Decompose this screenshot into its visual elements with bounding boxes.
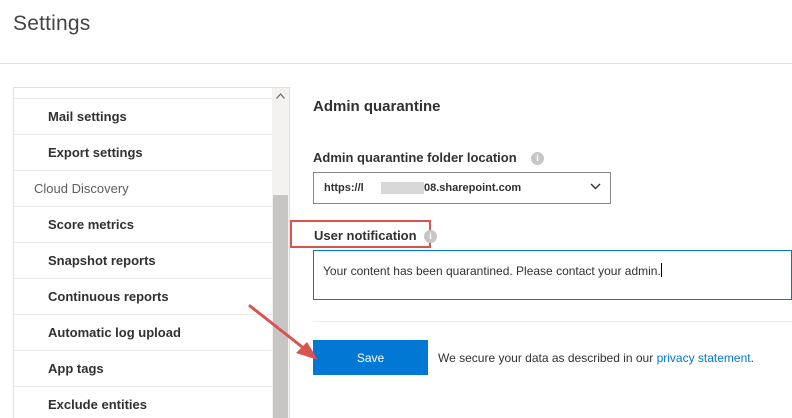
settings-sidebar: Mail settings Export settings Cloud Disc… — [13, 87, 290, 418]
sidebar-item-continuous-reports[interactable]: Continuous reports — [14, 279, 272, 315]
sidebar-item-label: Mail settings — [48, 109, 127, 124]
sidebar-item-snapshot-reports[interactable]: Snapshot reports — [14, 243, 272, 279]
folder-location-value-start: https://l — [324, 182, 364, 194]
sidebar-item-exclude-entities[interactable]: Exclude entities — [14, 387, 272, 418]
sidebar-item-automatic-log-upload[interactable]: Automatic log upload — [14, 315, 272, 351]
folder-location-value-end: 08.sharepoint.com — [424, 182, 522, 194]
redacted-region — [381, 182, 424, 194]
user-notification-label: User notification — [314, 228, 417, 243]
privacy-text: We secure your data as described in our … — [438, 351, 754, 365]
sidebar-item-label: Continuous reports — [48, 289, 169, 304]
sidebar-scrollbar[interactable] — [272, 88, 289, 418]
privacy-suffix: . — [750, 351, 754, 365]
sidebar-item-label: Automatic log upload — [48, 325, 181, 340]
section-title: Admin quarantine — [313, 98, 441, 115]
user-notification-input[interactable]: Your content has been quarantined. Pleas… — [313, 250, 792, 300]
sidebar-group-cloud-discovery[interactable]: Cloud Discovery — [14, 171, 272, 207]
sidebar-item-label: Export settings — [48, 145, 143, 160]
sidebar-item-label: Exclude entities — [48, 397, 147, 412]
sidebar-group-label: Cloud Discovery — [34, 181, 129, 196]
sidebar-item-partial — [14, 88, 272, 99]
sidebar-item-app-tags[interactable]: App tags — [14, 351, 272, 387]
form-divider — [313, 321, 792, 322]
sidebar-item-mail-settings[interactable]: Mail settings — [14, 99, 272, 135]
scroll-up-arrow-icon[interactable] — [272, 88, 289, 105]
privacy-statement-link[interactable]: privacy statement — [657, 351, 751, 365]
sidebar-list: Mail settings Export settings Cloud Disc… — [14, 88, 272, 418]
user-notification-text: Your content has been quarantined. Pleas… — [323, 264, 661, 278]
folder-location-label: Admin quarantine folder location — [313, 150, 517, 165]
save-button[interactable]: Save — [313, 340, 428, 375]
folder-location-dropdown[interactable]: https://l 08.sharepoint.com — [313, 172, 611, 204]
sidebar-item-label: Score metrics — [48, 217, 134, 232]
info-icon[interactable]: i — [424, 230, 437, 243]
privacy-prefix: We secure your data as described in our — [438, 351, 657, 365]
sidebar-item-export-settings[interactable]: Export settings — [14, 135, 272, 171]
page-title: Settings — [13, 12, 91, 35]
sidebar-item-score-metrics[interactable]: Score metrics — [14, 207, 272, 243]
sidebar-item-label: Snapshot reports — [48, 253, 156, 268]
info-icon[interactable]: i — [531, 152, 544, 165]
annotation-arrow-icon — [248, 304, 318, 360]
chevron-down-icon — [590, 181, 601, 193]
header-divider — [0, 63, 792, 64]
text-cursor — [660, 263, 662, 277]
sidebar-item-label: App tags — [48, 361, 104, 376]
